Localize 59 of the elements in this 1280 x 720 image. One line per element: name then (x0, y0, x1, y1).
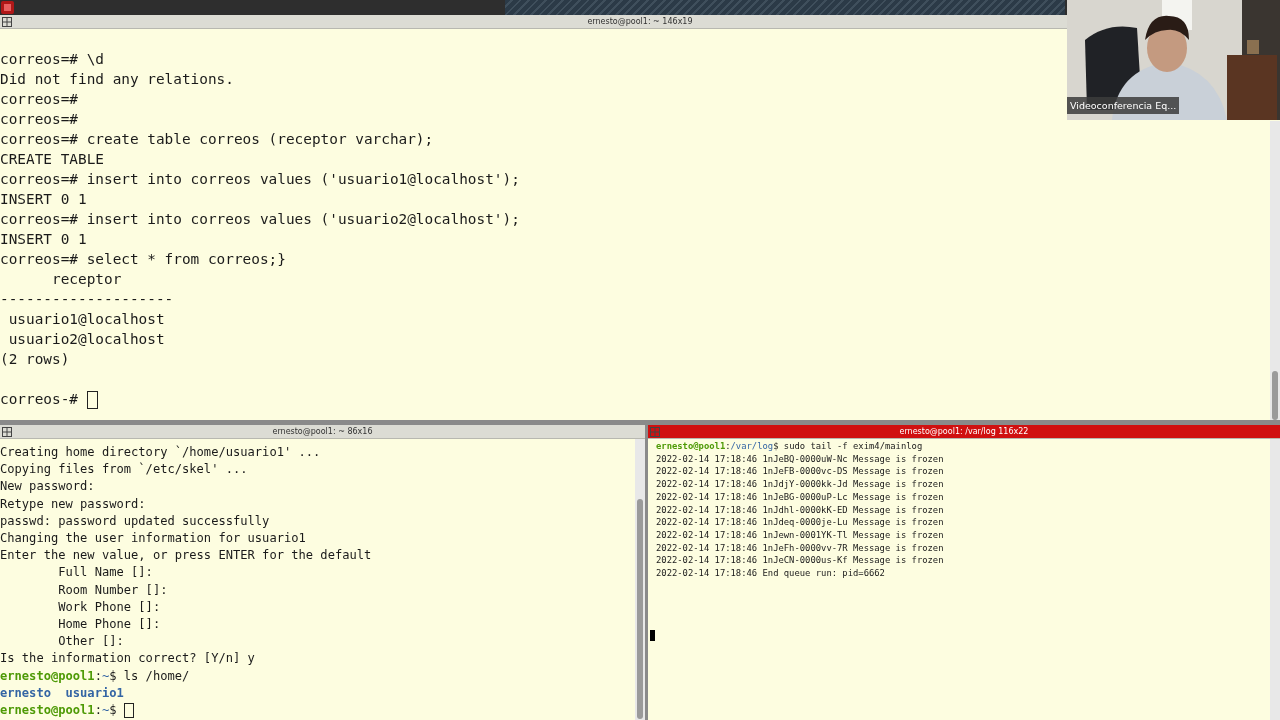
window-title: ernesto@pool1: ~ 86x16 (271, 427, 374, 436)
terminal-line: correos=# insert into correos values ('usuario1@localhost'); (0, 170, 520, 189)
terminal-line: ernesto usuario1 (0, 684, 124, 702)
scrollbar[interactable] (1270, 121, 1280, 420)
terminal-line: Did not find any relations. (0, 70, 234, 89)
terminal-line: INSERT 0 1 (0, 190, 87, 209)
terminal-line: Other []: (57, 633, 124, 651)
terminal-line: Is the information correct? [Y/n] y (0, 650, 255, 668)
window-title: ernesto@pool1: ~ 146x19 (586, 17, 694, 26)
window-menu-icon[interactable] (2, 426, 12, 437)
terminal-line: Enter the new value, or press ENTER for the default (0, 547, 372, 565)
terminal-line: Full Name []: (57, 564, 153, 582)
terminal-line: 2022-02-14 17:18:46 1nJdjY-0000kk-Jd Message is frozen (656, 478, 944, 491)
terminal-line: 2022-02-14 17:18:46 1nJeCN-0000us-Kf Message is frozen (656, 554, 944, 568)
terminal-line: Room Number []: (57, 581, 168, 599)
terminal-line: correos=# create table correos (receptor varchar); (0, 130, 434, 149)
scrollbar[interactable] (635, 439, 645, 720)
terminal-window[interactable] (0, 425, 645, 720)
terminal-line: ernesto@pool1:~$ (0, 702, 134, 720)
terminal-line: ernesto@pool1:/var/log$ sudo tail -f exim4/mainlog (656, 440, 923, 453)
terminal-line: 2022-02-14 17:18:46 1nJeBQ-0000uW-Nc Message is frozen (656, 452, 944, 466)
terminal-line: New password: (0, 478, 95, 496)
terminal-line: correos=# (0, 90, 78, 109)
window-menu-icon[interactable] (2, 16, 12, 27)
terminal-line: Home Phone []: (57, 616, 161, 634)
title-bar[interactable]: ernesto@pool1: /var/log 116x22 (648, 425, 1280, 439)
app-icon[interactable] (1, 1, 14, 14)
terminal-line: Retype new password: (0, 495, 146, 513)
terminal-line: 2022-02-14 17:18:46 1nJewn-0001YK-Tl Message is frozen (656, 528, 944, 542)
terminal-line: correos=# \d (0, 50, 104, 69)
terminal-line: Work Phone []: (57, 598, 161, 616)
terminal-line: usuario1@localhost (7, 310, 165, 329)
terminal-line: usuario2@localhost (7, 330, 165, 349)
terminal-line: receptor (50, 270, 122, 289)
terminal-line: Copying files from `/etc/skel' ... (0, 461, 248, 479)
window-title: ernesto@pool1: /var/log 116x22 (898, 427, 1030, 436)
terminal-line: passwd: password updated successfully (0, 512, 270, 530)
terminal-line: 2022-02-14 17:18:46 1nJeFB-0000vc-DS Message is frozen (656, 465, 944, 479)
terminal-window[interactable] (648, 425, 1280, 720)
terminal-line: correos-# (0, 369, 98, 409)
terminal-line: (2 rows) (0, 350, 70, 369)
terminal-line: 2022-02-14 17:18:46 1nJdeq-0000je-Lu Message is frozen (656, 516, 944, 529)
terminal-line: correos=# select * from correos;} (0, 250, 286, 269)
terminal-line: correos=# insert into correos values ('usuario2@localhost'); (0, 210, 520, 229)
terminal-line: Creating home directory `/home/usuario1' ... (0, 444, 321, 461)
terminal-window[interactable] (0, 15, 1280, 420)
terminal-line: -------------------- (0, 290, 174, 309)
participant-name: Videoconferencia Eq... (1067, 97, 1180, 114)
terminal-line: ernesto@pool1:~$ ls /home/ (0, 667, 190, 685)
title-bar[interactable]: ernesto@pool1: ~ 86x16 (0, 425, 645, 439)
terminal-line: 2022-02-14 17:18:46 1nJeFh-0000vv-7R Message is frozen (656, 541, 944, 555)
terminal-line: 2022-02-14 17:18:46 End queue run: pid=6662 (656, 567, 885, 580)
terminal-line: INSERT 0 1 (0, 230, 87, 249)
terminal-line: CREATE TABLE (0, 150, 104, 169)
terminal-line: 2022-02-14 17:18:46 1nJdhl-0000kK-ED Message is frozen (656, 503, 944, 517)
terminal-line: 2022-02-14 17:18:46 1nJeBG-0000uP-Lc Message is frozen (656, 490, 944, 504)
scrollbar[interactable] (1270, 439, 1280, 720)
terminal-line: correos=# (0, 110, 78, 129)
terminal-line: Changing the user information for usuario1 (0, 530, 306, 547)
